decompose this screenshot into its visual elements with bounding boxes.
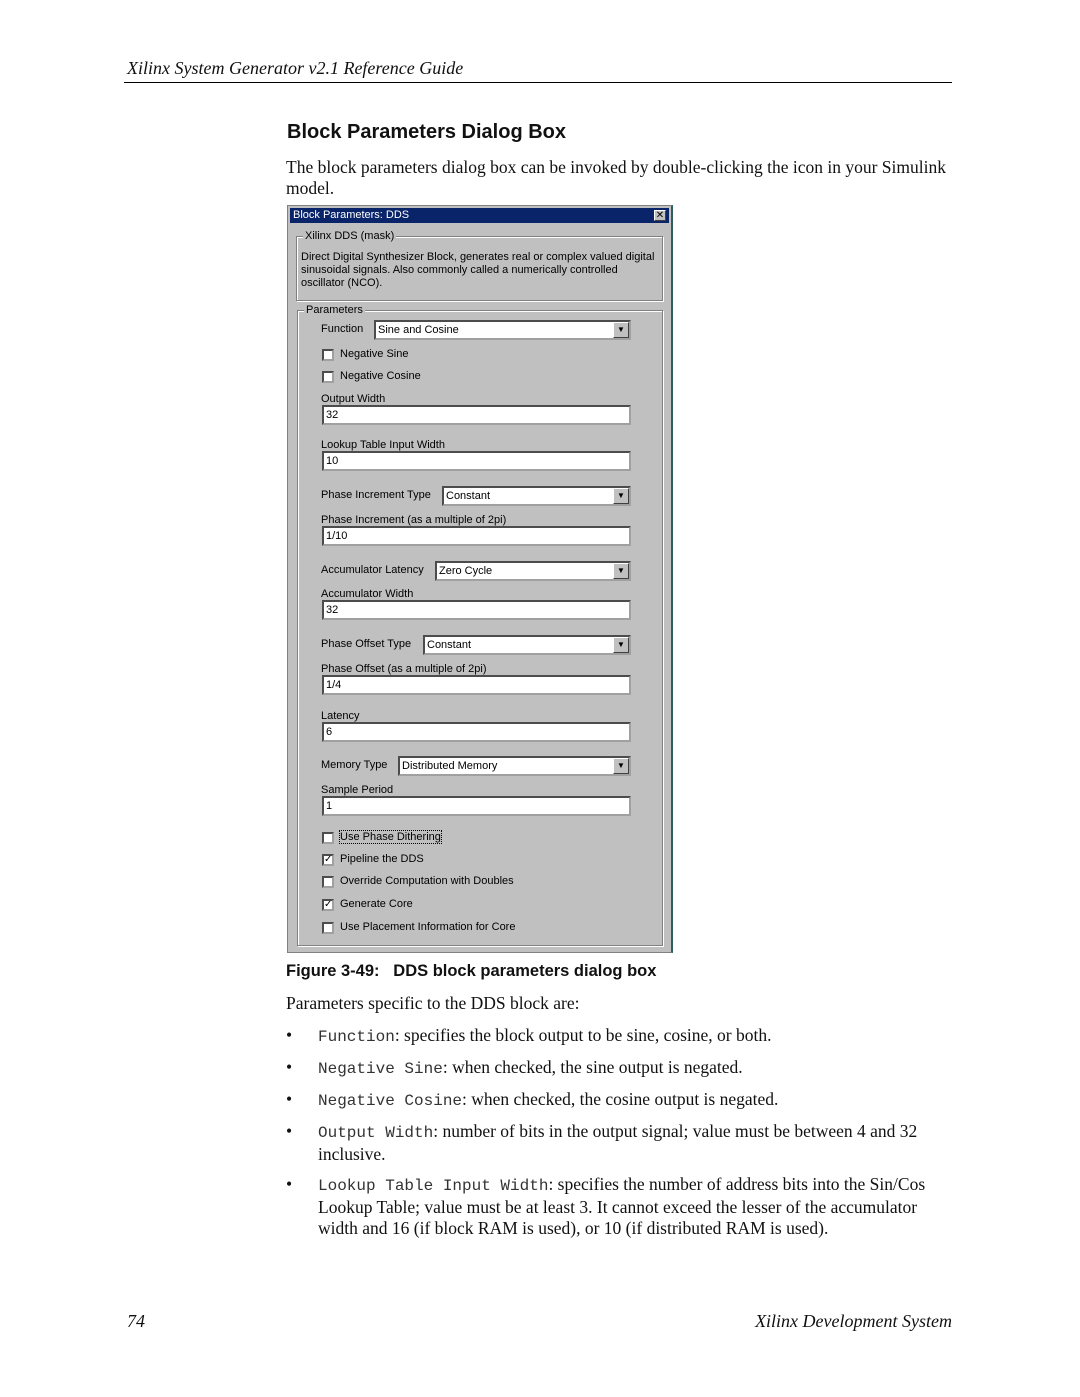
accumulator-width-input[interactable]: 32 <box>322 600 631 620</box>
phase-increment-type-dropdown[interactable]: Constant ▼ <box>442 486 631 506</box>
phase-increment-type-value: Constant <box>446 490 491 502</box>
phase-increment-label: Phase Increment (as a multiple of 2pi) <box>321 514 507 526</box>
phase-offset-label: Phase Offset (as a multiple of 2pi) <box>321 663 487 675</box>
latency-label: Latency <box>321 710 360 722</box>
use-phase-dithering-label: Use Phase Dithering <box>339 830 442 844</box>
phase-increment-input[interactable]: 1/10 <box>322 526 631 546</box>
function-value: Sine and Cosine <box>378 324 459 336</box>
bullet-icon: • <box>286 1121 293 1141</box>
accumulator-latency-label: Accumulator Latency <box>321 564 424 576</box>
chevron-down-icon[interactable]: ▼ <box>613 488 629 504</box>
use-placement-info-checkbox[interactable] <box>322 922 334 934</box>
generate-core-checkbox[interactable]: ✓ <box>322 899 334 911</box>
bullet-icon: • <box>286 1025 293 1045</box>
bullet-icon: • <box>286 1174 293 1194</box>
negative-sine-label: Negative Sine <box>340 348 409 360</box>
parameters-group-label: Parameters <box>304 304 365 316</box>
sample-period-label: Sample Period <box>321 784 394 796</box>
lookup-table-input-width-input[interactable]: 10 <box>322 451 631 471</box>
header-rule <box>124 82 952 83</box>
mask-group-label: Xilinx DDS (mask) <box>303 230 397 242</box>
generate-core-label: Generate Core <box>340 898 413 910</box>
mask-group: Xilinx DDS (mask) Direct Digital Synthes… <box>296 230 663 301</box>
chevron-down-icon[interactable]: ▼ <box>613 637 629 653</box>
page-number: 74 <box>127 1311 145 1331</box>
override-computation-doubles-label: Override Computation with Doubles <box>340 875 514 887</box>
bullet-icon: • <box>286 1057 293 1077</box>
latency-input[interactable]: 6 <box>322 722 631 742</box>
mask-description: Direct Digital Synthesizer Block, genera… <box>301 251 655 289</box>
section-heading: Block Parameters Dialog Box <box>287 121 566 143</box>
block-parameters-dialog: Block Parameters: DDS ✕ Xilinx DDS (mask)… <box>287 205 673 953</box>
intro-paragraph: The block parameters dialog box can be i… <box>286 157 946 198</box>
output-width-input[interactable]: 32 <box>322 405 631 425</box>
use-placement-info-label: Use Placement Information for Core <box>340 921 516 933</box>
title-bar: Block Parameters: DDS ✕ <box>290 208 669 223</box>
chevron-down-icon[interactable]: ▼ <box>613 563 629 579</box>
override-computation-doubles-checkbox[interactable] <box>322 876 334 888</box>
params-intro: Parameters specific to the DDS block are… <box>286 993 580 1013</box>
phase-increment-type-label: Phase Increment Type <box>321 489 431 501</box>
sample-period-input[interactable]: 1 <box>322 796 631 816</box>
chevron-down-icon[interactable]: ▼ <box>613 758 629 774</box>
phase-offset-type-dropdown[interactable]: Constant ▼ <box>423 635 631 655</box>
negative-cosine-checkbox[interactable] <box>322 371 334 383</box>
negative-sine-checkbox[interactable] <box>322 349 334 361</box>
pipeline-dds-label: Pipeline the DDS <box>340 853 424 865</box>
accumulator-width-label: Accumulator Width <box>321 588 414 600</box>
function-label: Function <box>321 323 364 335</box>
figure-caption: Figure 3-49: DDS block parameters dialog… <box>286 962 657 980</box>
phase-offset-input[interactable]: 1/4 <box>322 675 631 695</box>
memory-type-label: Memory Type <box>321 759 388 771</box>
memory-type-value: Distributed Memory <box>402 760 498 772</box>
accumulator-latency-dropdown[interactable]: Zero Cycle ▼ <box>435 561 631 581</box>
dialog-title: Block Parameters: DDS <box>293 209 410 221</box>
phase-offset-type-value: Constant <box>427 639 472 651</box>
pipeline-dds-checkbox[interactable]: ✓ <box>322 854 334 866</box>
chevron-down-icon[interactable]: ▼ <box>613 322 629 338</box>
phase-offset-type-label: Phase Offset Type <box>321 638 412 650</box>
running-footer: Xilinx Development System <box>755 1311 952 1331</box>
bullet-icon: • <box>286 1089 293 1109</box>
memory-type-dropdown[interactable]: Distributed Memory ▼ <box>398 756 631 776</box>
accumulator-latency-value: Zero Cycle <box>439 565 493 577</box>
negative-cosine-label: Negative Cosine <box>340 370 421 382</box>
lookup-table-input-width-label: Lookup Table Input Width <box>321 439 445 451</box>
close-icon[interactable]: ✕ <box>654 210 666 221</box>
output-width-label: Output Width <box>321 393 386 405</box>
function-dropdown[interactable]: Sine and Cosine ▼ <box>374 320 631 340</box>
use-phase-dithering-checkbox[interactable] <box>322 832 334 844</box>
running-header: Xilinx System Generator v2.1 Reference G… <box>127 58 464 78</box>
